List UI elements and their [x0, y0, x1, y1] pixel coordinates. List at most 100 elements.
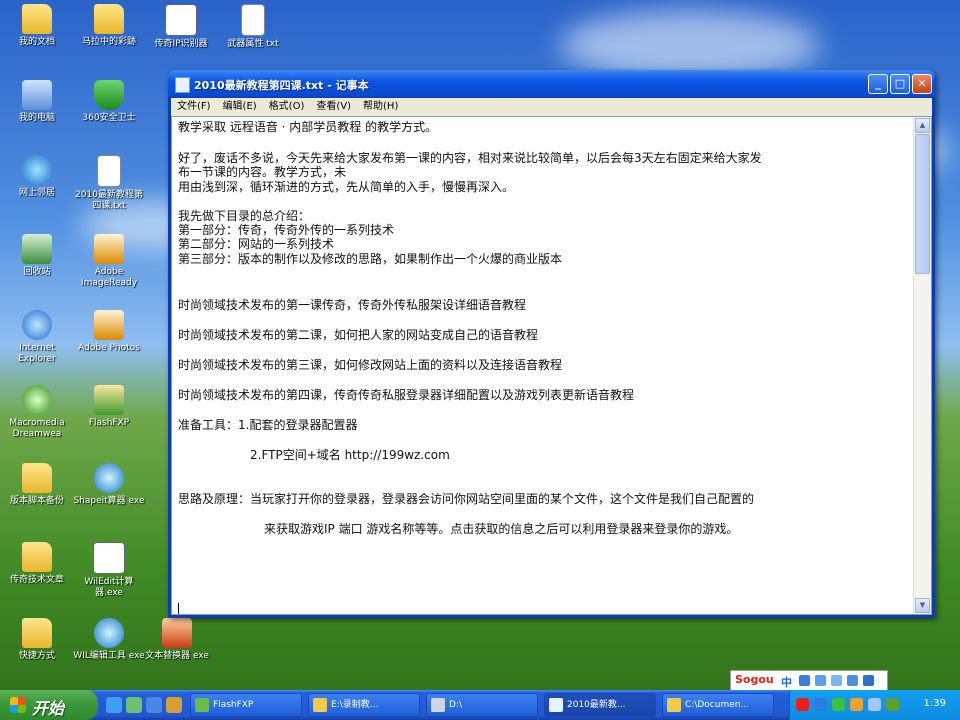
system-tray: 1:39 — [789, 690, 960, 720]
task-flashfxp[interactable]: FlashFXP — [190, 693, 302, 717]
desktop-icon-shapeit[interactable]: Shapeit算器 exe — [72, 463, 146, 507]
ime-toolbar[interactable]: Sogou 中 — [730, 670, 888, 692]
start-button[interactable]: 开始 — [0, 690, 98, 720]
adobe-icon — [94, 234, 124, 264]
text-area[interactable]: 教学采取 远程语音 · 内部学员教程 的教学方式。 好了，废话不多说，今天先来给… — [172, 117, 914, 614]
desktop-icon-folder[interactable]: 马拉中的彩跡 — [72, 4, 146, 48]
notepad-icon — [175, 77, 190, 93]
text-line: 第一部分：传奇，传奇外传的一系列技术 — [178, 223, 395, 237]
desktop-icon-360[interactable]: 360安全卫士 — [72, 80, 146, 124]
text-file-icon — [97, 155, 121, 187]
app-icon — [94, 618, 124, 648]
menu-format[interactable]: 格式(O) — [263, 98, 311, 114]
menu-edit[interactable]: 编辑(E) — [217, 98, 263, 114]
desktop-icon-photoshop[interactable]: Adobe Photos — [72, 310, 146, 354]
settings-icon[interactable] — [863, 675, 874, 686]
scroll-thumb[interactable] — [915, 134, 930, 274]
text-line: 教学采取 远程语音 · 内部学员教程 的教学方式。 — [178, 120, 438, 134]
ime-brand: Sogou — [735, 673, 774, 686]
desktop-icon-version-backup[interactable]: 版本脚本备份 — [0, 463, 74, 507]
folder-icon — [313, 698, 327, 712]
menu-bar: 文件(F) 编辑(E) 格式(O) 查看(V) 帮助(H) — [171, 98, 932, 116]
clock[interactable]: 1:39 — [924, 698, 946, 709]
desktop-icon-wil-tool[interactable]: WIL编辑工具 exe — [72, 618, 146, 662]
app-icon — [93, 542, 125, 574]
desktop-icon-shortcuts[interactable]: 快捷方式 — [0, 618, 74, 662]
menu-file[interactable]: 文件(F) — [171, 98, 217, 114]
text-line: 用由浅到深，循环渐进的方式，先从简单的入手，慢慢再深入。 — [178, 180, 515, 194]
flashfxp-icon — [94, 385, 124, 415]
folder-icon — [22, 542, 52, 572]
sogou-icon[interactable] — [796, 698, 809, 711]
title-bar[interactable]: 2010最新教程第四课.txt - 记事本 _ □ ✕ — [168, 70, 935, 98]
minimize-button[interactable]: _ — [868, 74, 888, 94]
media-player-icon[interactable] — [146, 697, 162, 713]
ie-icon — [22, 310, 52, 340]
app-icon — [165, 4, 197, 36]
text-file-icon — [241, 4, 265, 36]
task-explorer-c[interactable]: C:\Documen... — [662, 693, 774, 717]
ime-icon[interactable] — [814, 698, 827, 711]
app-icon — [162, 618, 192, 648]
drive-icon — [431, 698, 445, 712]
windows-logo-icon — [10, 697, 26, 713]
desktop-icon-ie[interactable]: Internet Explorer — [0, 310, 74, 365]
tray-app-icon[interactable] — [886, 698, 899, 711]
volume-icon[interactable] — [868, 698, 881, 711]
ime-mode[interactable]: 中 — [781, 674, 792, 690]
keyboard-icon[interactable] — [831, 675, 842, 686]
text-line: 时尚领域技术发布的第四课，传奇传奇私服登录器详细配置以及游戏列表更新语音教程 — [178, 388, 635, 402]
vertical-scrollbar[interactable]: ▲ ▼ — [913, 117, 931, 614]
text-line: 时尚领域技术发布的第二课，如何把人家的网站变成自己的语音教程 — [178, 328, 539, 342]
folder-icon — [22, 4, 52, 34]
text-line: 2.FTP空间+域名 http://199wz.com — [250, 448, 450, 462]
show-desktop-icon[interactable] — [126, 697, 142, 713]
desktop-icon-network[interactable]: 网上邻居 — [0, 155, 74, 199]
scroll-down-icon[interactable]: ▼ — [915, 598, 930, 613]
text-line: 思路及原理：当玩家打开你的登录器，登录器会访问你网站空间里面的某个文件，这个文件… — [178, 492, 755, 506]
desktop-icon-my-computer[interactable]: 我的电脑 — [0, 80, 74, 124]
menu-help[interactable]: 帮助(H) — [357, 98, 404, 114]
text-line: 来获取游戏IP 端口 游戏名称等等。点击获取的信息之后可以利用登录器来登录你的游… — [264, 522, 739, 536]
task-notepad[interactable]: 2010最新教... — [544, 693, 656, 717]
notepad-window: 2010最新教程第四课.txt - 记事本 _ □ ✕ 文件(F) 编辑(E) 格式… — [168, 70, 935, 618]
menu-view[interactable]: 查看(V) — [310, 98, 357, 114]
network-status-icon[interactable] — [850, 698, 863, 711]
desktop-icon-weapons-txt[interactable]: 武器属性 txt — [216, 4, 290, 50]
close-button[interactable]: ✕ — [912, 74, 932, 94]
dreamweaver-icon — [22, 385, 52, 415]
text-line: 好了，废话不多说，今天先来给大家发布第一课的内容，相对来说比较简单，以后会每3天… — [178, 151, 762, 165]
task-explorer-e[interactable]: E:\录制教... — [308, 693, 420, 717]
network-icon — [22, 155, 52, 185]
computer-icon — [22, 80, 52, 110]
desktop-icon-recycle-bin[interactable]: 回收站 — [0, 234, 74, 278]
text-editor[interactable]: 教学采取 远程语音 · 内部学员教程 的教学方式。 好了，废话不多说，今天先来给… — [171, 116, 932, 615]
desktop-icon-wiledit[interactable]: WilEdit计算器.exe — [72, 542, 146, 599]
security-icon[interactable] — [832, 698, 845, 711]
adobe-icon — [94, 310, 124, 340]
desktop-icon-flashfxp[interactable]: FlashFXP — [72, 385, 146, 429]
text-caret — [178, 603, 179, 614]
taskbar: 开始 FlashFXP E:\录制教... D:\ 2010最新教... C:\… — [0, 690, 960, 720]
punctuation-icon[interactable] — [815, 675, 826, 686]
notepad-icon — [549, 698, 563, 712]
desktop-icon-my-documents[interactable]: 我的文档 — [0, 4, 74, 48]
desktop-icon-ip-tool[interactable]: 传奇IP识别器 — [144, 4, 218, 50]
desktop-icon-text-replacer[interactable]: 文本替换器 exe — [140, 618, 214, 662]
quicklaunch-folder-icon[interactable] — [166, 697, 182, 713]
desktop-icon-articles[interactable]: 传奇技术文章 — [0, 542, 74, 586]
folder-icon — [94, 4, 124, 34]
shield-icon — [94, 80, 124, 110]
desktop-icon-tutorial-txt[interactable]: 2010最新教程第四课.txt — [72, 155, 146, 212]
text-line: 第二部分：网站的一系列技术 — [178, 237, 335, 251]
skin-icon[interactable] — [847, 675, 858, 686]
scroll-up-icon[interactable]: ▲ — [915, 118, 930, 133]
task-explorer-d[interactable]: D:\ — [426, 693, 538, 717]
window-title: 2010最新教程第四课.txt - 记事本 — [194, 79, 369, 92]
desktop-icon-dreamweaver[interactable]: Macromedia Dreamwea — [0, 385, 74, 440]
desktop-icon-imageready[interactable]: Adobe ImageReady — [72, 234, 146, 289]
ie-icon[interactable] — [106, 697, 122, 713]
moon-icon[interactable] — [799, 675, 810, 686]
maximize-button[interactable]: □ — [890, 74, 910, 94]
flashfxp-icon — [195, 698, 209, 712]
